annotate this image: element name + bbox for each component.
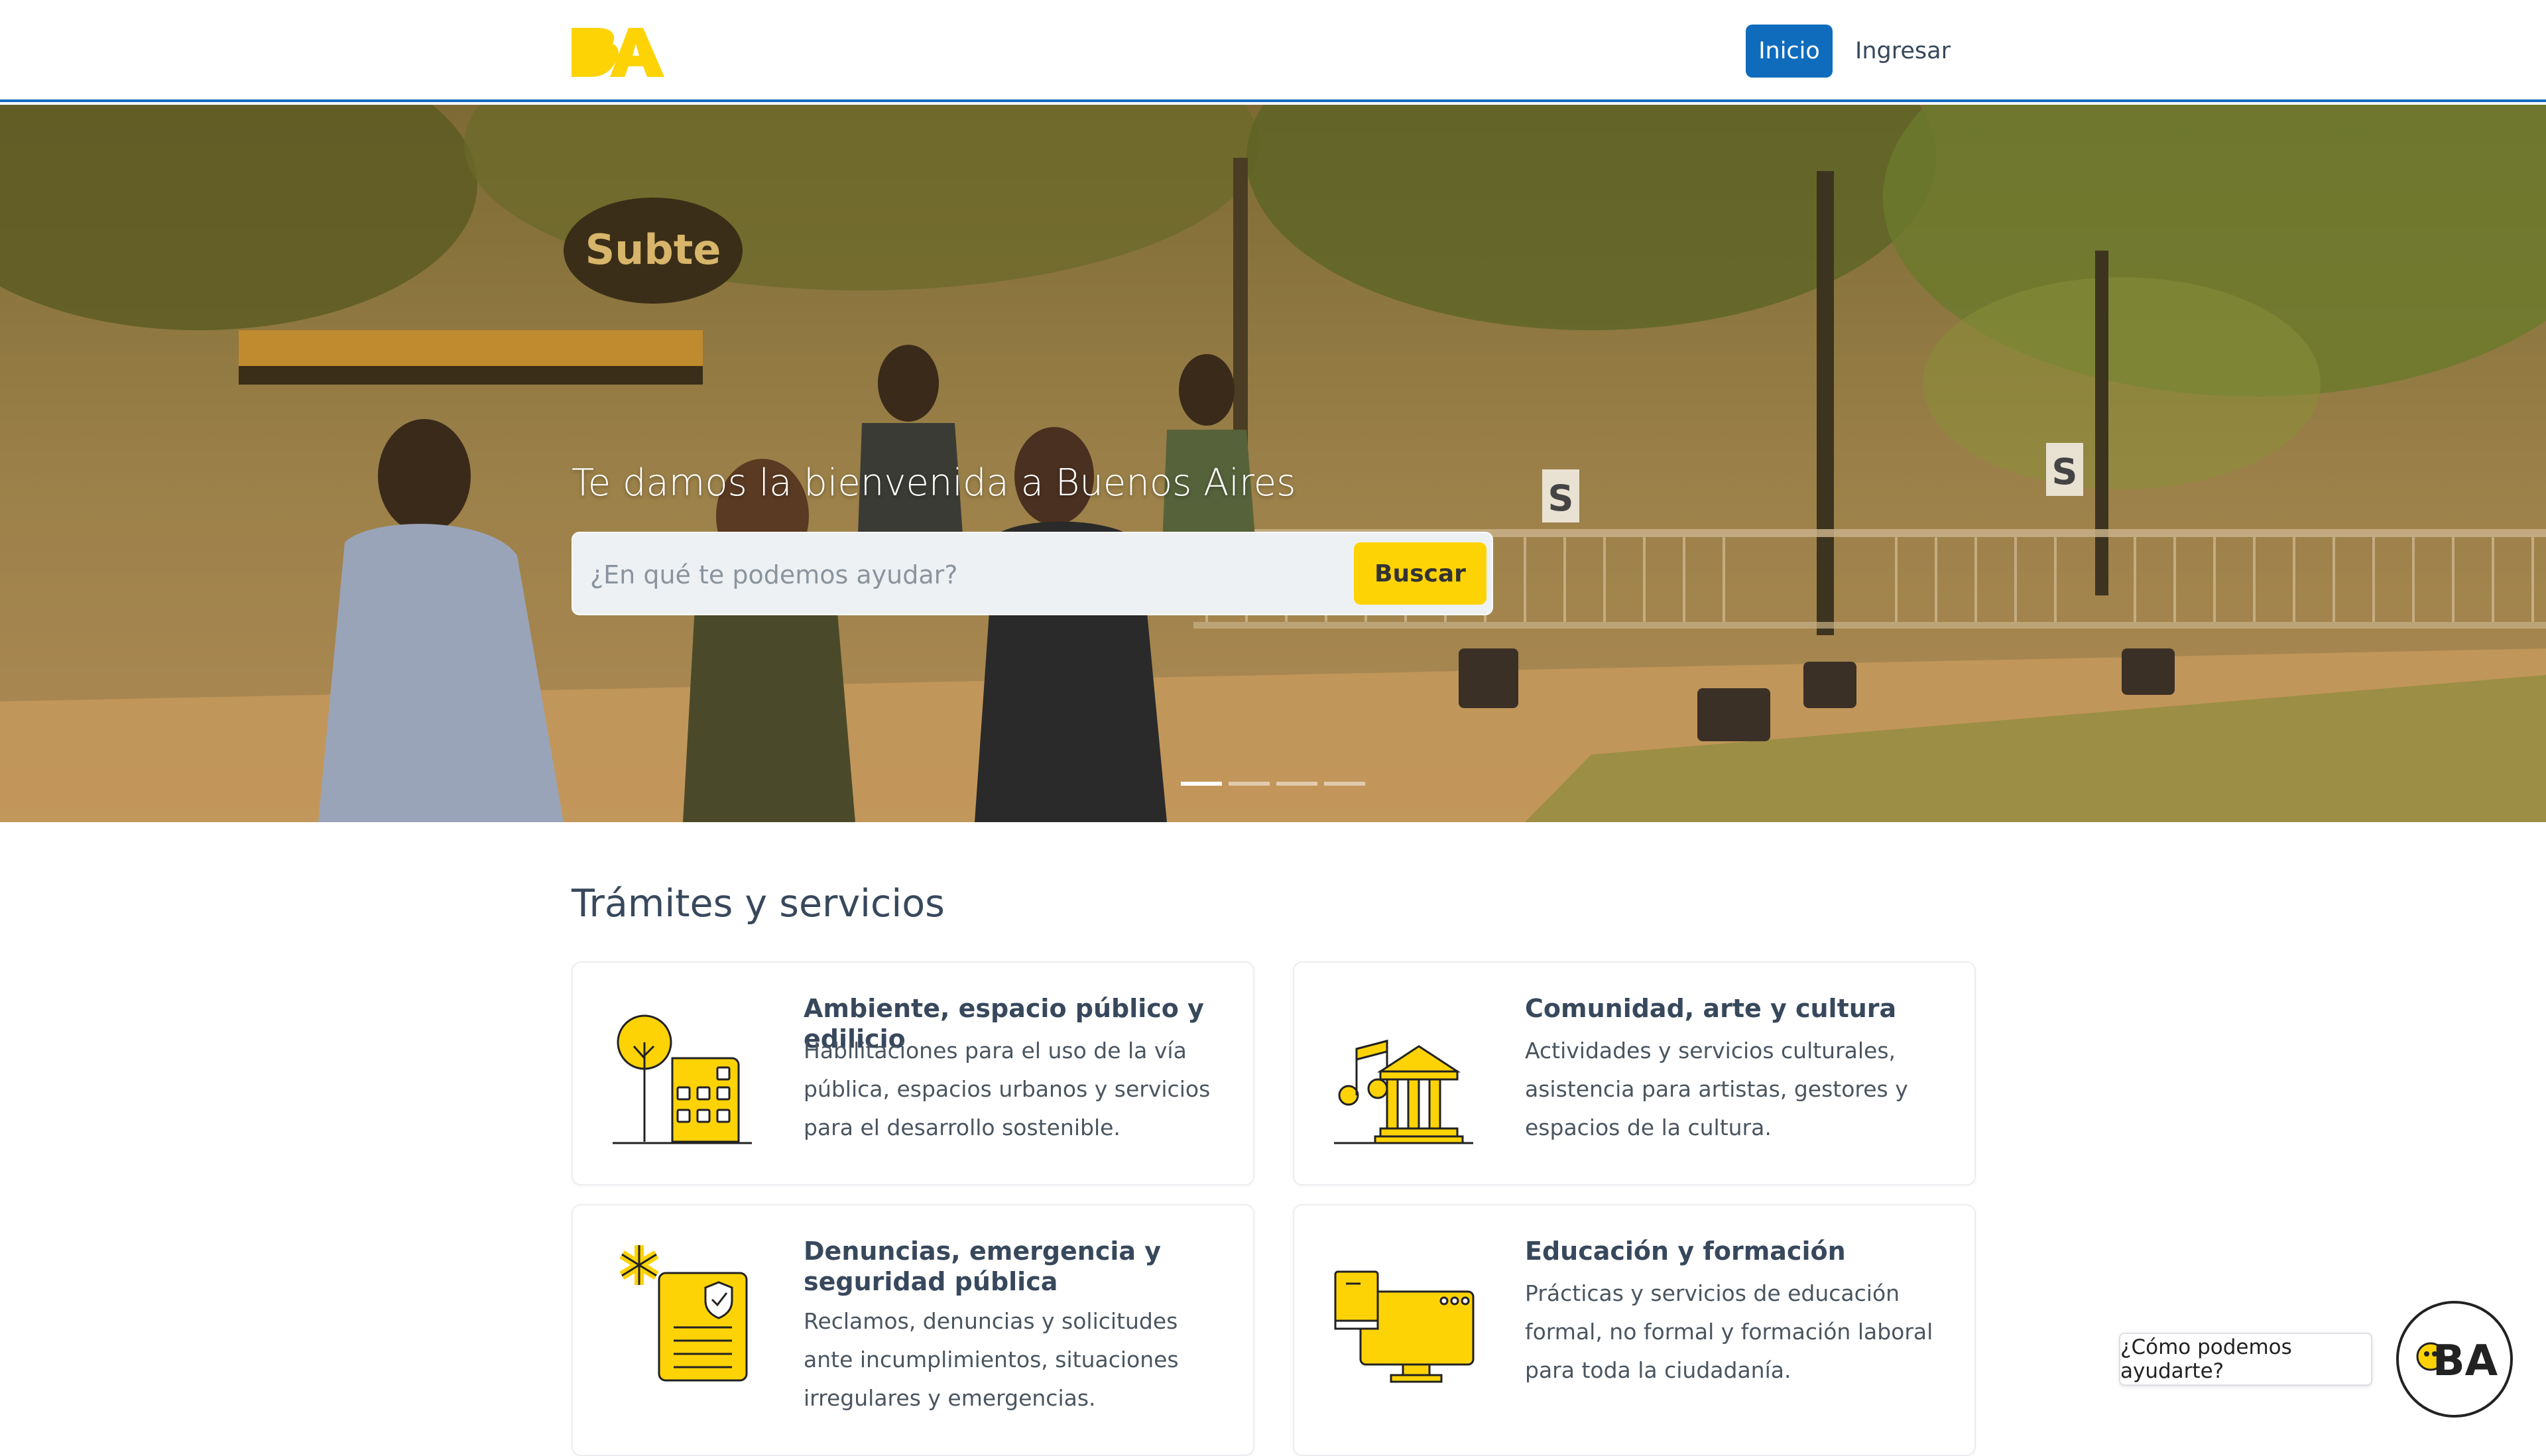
- search-box: Buscar: [572, 532, 1493, 615]
- service-card-denuncias[interactable]: Denuncias, emergencia y seguridad públic…: [572, 1204, 1254, 1456]
- card-title: Educación y formación: [1525, 1237, 1846, 1266]
- chatbot-avatar-button[interactable]: BA: [2396, 1301, 2513, 1418]
- nav-ingresar-link[interactable]: Ingresar: [1843, 25, 1963, 78]
- card-title: Comunidad, arte y cultura: [1525, 994, 1897, 1023]
- book-monitor-icon: [1334, 1270, 1475, 1383]
- card-description: Actividades y servicios culturales, asis…: [1525, 1038, 1908, 1140]
- hero-title: Te damos la bienvenida a Buenos Aires: [572, 461, 1296, 505]
- svg-text:S: S: [1548, 477, 1574, 519]
- tree-building-icon: [613, 1014, 752, 1144]
- ba-logo[interactable]: BA: [572, 27, 667, 78]
- card-description: Reclamos, denuncias y solicitudes ante i…: [804, 1308, 1179, 1411]
- section-title: Trámites y servicios: [572, 882, 945, 926]
- search-input[interactable]: [589, 549, 1254, 601]
- svg-text:S: S: [2052, 451, 2078, 493]
- chatbot-avatar-icon: BA: [2416, 1337, 2498, 1386]
- search-button[interactable]: Buscar: [1354, 542, 1486, 605]
- svg-text:Subte: Subte: [585, 225, 721, 274]
- carousel-indicators: [1181, 782, 1365, 786]
- card-title: Denuncias, emergencia y seguridad públic…: [804, 1237, 1162, 1296]
- card-description: Habilitaciones para el uso de la vía púb…: [804, 1038, 1211, 1140]
- svg-text:BA: BA: [2433, 1337, 2498, 1386]
- site-header: BA Inicio Ingresar: [0, 0, 2546, 102]
- emergency-shield-document-icon: [619, 1245, 748, 1382]
- service-card-educacion[interactable]: Educación y formación Prácticas y servic…: [1293, 1204, 1976, 1456]
- carousel-dot-2[interactable]: [1229, 782, 1270, 786]
- service-card-comunidad[interactable]: Comunidad, arte y cultura Actividades y …: [1293, 961, 1976, 1185]
- carousel-dot-4[interactable]: [1324, 782, 1365, 786]
- carousel-dot-3[interactable]: [1276, 782, 1317, 786]
- service-card-ambiente[interactable]: Ambiente, espacio público y edilicio Hab…: [572, 961, 1254, 1185]
- music-museum-icon: [1334, 1040, 1473, 1144]
- nav-inicio-button[interactable]: Inicio: [1746, 25, 1833, 78]
- chat-prompt-bubble[interactable]: ¿Cómo podemos ayudarte?: [2119, 1333, 2372, 1386]
- carousel-dot-1[interactable]: [1181, 782, 1222, 786]
- card-description: Prácticas y servicios de educación forma…: [1525, 1280, 1933, 1383]
- hero-banner: Subte S S Te damos la bienvenida a Bueno…: [0, 105, 2546, 822]
